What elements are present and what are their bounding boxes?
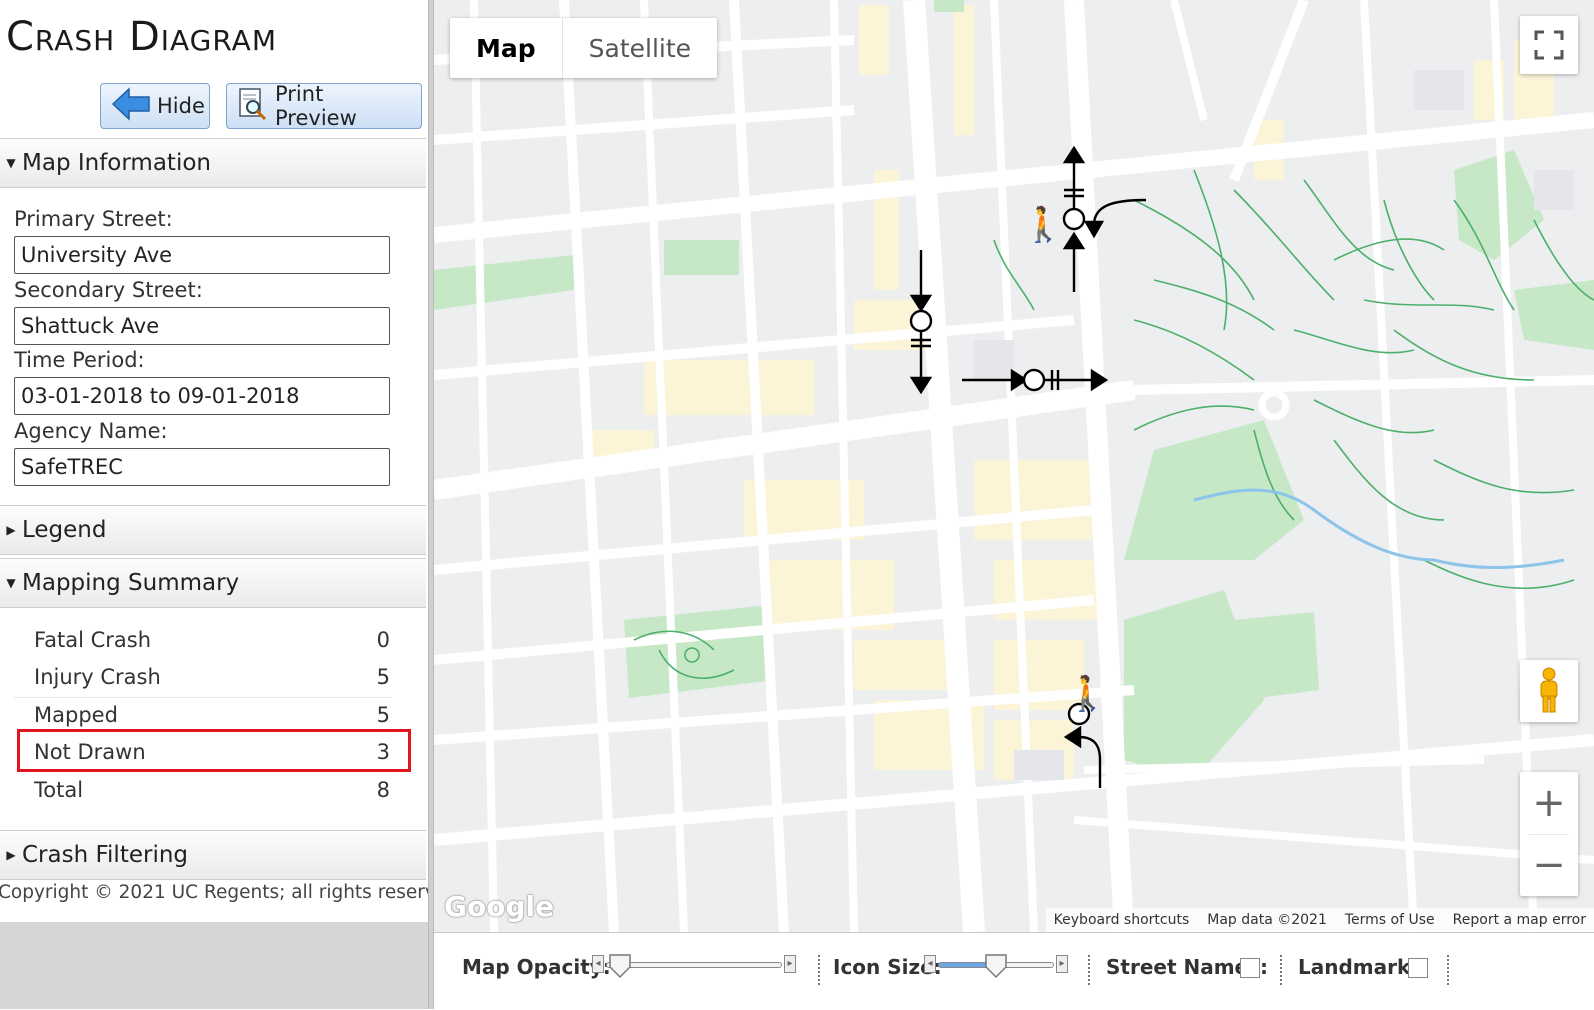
section-crash-filtering-label: Crash Filtering xyxy=(22,842,189,868)
summary-label: Injury Crash xyxy=(34,664,161,689)
icon-size-slider-right-arrow[interactable]: ▸ xyxy=(1056,955,1068,973)
street-view-pegman-button[interactable] xyxy=(1520,660,1578,722)
google-logo: Google xyxy=(444,890,555,923)
keyboard-shortcuts-link[interactable]: Keyboard shortcuts xyxy=(1054,912,1190,928)
fullscreen-icon xyxy=(1534,30,1564,60)
landmarks-checkbox[interactable] xyxy=(1408,958,1428,978)
sidebar-footer xyxy=(0,922,428,1009)
map-attribution: Keyboard shortcuts Map data ©2021 Terms … xyxy=(1045,908,1594,932)
opacity-slider-left-arrow[interactable]: ◂ xyxy=(592,955,604,973)
map-type-control: Map Satellite xyxy=(450,18,718,78)
summary-label: Total xyxy=(34,777,84,802)
section-crash-filtering[interactable]: ▶ Crash Filtering xyxy=(0,830,426,880)
agency-name-label: Agency Name: xyxy=(14,419,168,443)
map-base: 🚶 🚶 xyxy=(434,0,1594,932)
summary-value: 8 xyxy=(376,777,390,802)
print-preview-label: Print Preview xyxy=(275,82,357,130)
caret-right-icon: ▶ xyxy=(6,523,16,537)
separator xyxy=(1447,955,1449,985)
summary-value: 5 xyxy=(376,702,390,727)
icon-size-slider-thumb[interactable] xyxy=(984,953,1008,979)
map-settings-bar: Map Opacity: ◂ ▸ Icon Size: ◂ ▸ Street N… xyxy=(434,932,1594,1010)
summary-row-injury: Injury Crash 5 xyxy=(14,658,392,695)
map-type-map-button[interactable]: Map xyxy=(450,18,562,78)
section-legend-label: Legend xyxy=(22,517,107,543)
app-title: Crash Diagram xyxy=(6,14,277,60)
hide-button-label: Hide xyxy=(157,94,205,118)
summary-value: 0 xyxy=(376,627,390,652)
svg-text:🚶: 🚶 xyxy=(1066,674,1108,714)
secondary-street-label: Secondary Street: xyxy=(14,278,203,302)
section-map-information-label: Map Information xyxy=(22,150,211,176)
summary-label: Fatal Crash xyxy=(34,627,152,652)
summary-row-mapped: Mapped 5 xyxy=(14,696,392,733)
caret-down-icon: ▼ xyxy=(6,156,16,170)
separator xyxy=(1280,955,1282,985)
summary-row-fatal: Fatal Crash 0 xyxy=(14,621,392,658)
pegman-icon xyxy=(1540,667,1558,713)
arrow-left-icon xyxy=(111,86,151,126)
section-mapping-summary[interactable]: ▼ Mapping Summary xyxy=(0,558,426,608)
map-canvas[interactable]: 🚶 🚶 Map Satellite + − Google Keyboard sh… xyxy=(434,0,1594,932)
not-drawn-highlight xyxy=(17,729,411,772)
separator xyxy=(1088,955,1090,985)
section-legend[interactable]: ▶ Legend xyxy=(0,505,426,555)
caret-right-icon: ▶ xyxy=(6,848,16,862)
map-opacity-label: Map Opacity: xyxy=(462,955,611,979)
street-names-checkbox[interactable] xyxy=(1240,958,1260,978)
map-opacity-slider[interactable] xyxy=(606,962,782,968)
opacity-slider-thumb[interactable] xyxy=(608,953,632,979)
hide-button[interactable]: Hide xyxy=(100,83,210,129)
summary-row-total: Total 8 xyxy=(14,771,392,808)
primary-street-label: Primary Street: xyxy=(14,207,173,231)
summary-value: 5 xyxy=(376,664,390,689)
time-period-label: Time Period: xyxy=(14,348,145,372)
print-preview-icon xyxy=(237,87,269,126)
svg-text:🚶: 🚶 xyxy=(1022,205,1064,245)
report-error-link[interactable]: Report a map error xyxy=(1453,912,1586,928)
zoom-control: + − xyxy=(1520,772,1578,896)
primary-street-input[interactable] xyxy=(14,236,390,274)
caret-down-icon: ▼ xyxy=(6,576,16,590)
sidebar-panel: Crash Diagram Hide Print Preview ▼ Map I… xyxy=(0,0,428,1009)
time-period-input[interactable] xyxy=(14,377,390,415)
icon-size-slider-left-arrow[interactable]: ◂ xyxy=(924,955,936,973)
section-mapping-summary-label: Mapping Summary xyxy=(22,570,240,596)
secondary-street-input[interactable] xyxy=(14,307,390,345)
zoom-out-button[interactable]: − xyxy=(1520,834,1578,896)
separator xyxy=(818,955,820,985)
print-preview-button[interactable]: Print Preview xyxy=(226,82,422,130)
opacity-slider-right-arrow[interactable]: ▸ xyxy=(784,955,796,973)
section-map-information[interactable]: ▼ Map Information xyxy=(0,138,426,188)
zoom-in-button[interactable]: + xyxy=(1520,772,1578,834)
fullscreen-button[interactable] xyxy=(1520,16,1578,74)
summary-label: Mapped xyxy=(34,702,118,727)
terms-link[interactable]: Terms of Use xyxy=(1345,912,1435,928)
map-type-satellite-button[interactable]: Satellite xyxy=(561,18,717,78)
agency-name-input[interactable] xyxy=(14,448,390,486)
map-data-text: Map data ©2021 xyxy=(1207,912,1327,928)
copyright-text: Copyright © 2021 UC Regents; all rights … xyxy=(0,882,428,903)
